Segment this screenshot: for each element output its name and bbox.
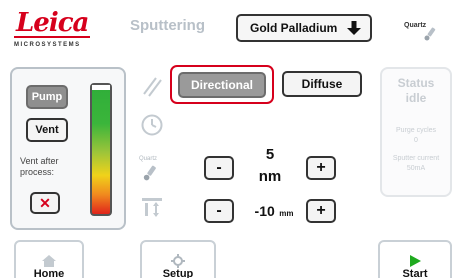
purge-cycles-label: Purge cycles xyxy=(395,127,437,134)
thickness-unit: nm xyxy=(258,168,282,185)
logo-underline xyxy=(14,36,90,38)
height-unit: mm xyxy=(279,209,294,218)
clock-icon xyxy=(141,114,163,136)
sputter-current-label: Sputter current xyxy=(392,155,440,162)
purge-cycles-value: 0 xyxy=(414,137,418,144)
target-material-value: Gold Palladium xyxy=(250,21,338,35)
home-button[interactable]: Home xyxy=(14,240,84,278)
setup-button[interactable]: Setup xyxy=(140,240,216,278)
status-state: idle xyxy=(405,91,427,105)
height-readout: -10 mm xyxy=(246,203,302,221)
sputter-current-value: 50mA xyxy=(406,165,426,172)
height-value: -10 xyxy=(254,203,275,219)
vent-button[interactable]: Vent xyxy=(26,118,68,142)
home-label: Home xyxy=(33,268,65,278)
height-decrease-button[interactable]: - xyxy=(204,199,234,223)
logo-subtitle: MICROSYSTEMS xyxy=(14,42,81,48)
arrow-down-icon xyxy=(347,21,361,35)
pump-button[interactable]: Pump xyxy=(26,85,68,109)
leica-logo: Leica MICROSYSTEMS xyxy=(0,0,110,58)
thickness-increase-button[interactable]: + xyxy=(306,156,336,180)
vacuum-gauge-empty-area xyxy=(92,85,110,90)
quartz-sensor-icon xyxy=(424,27,436,41)
diffuse-mode-button[interactable]: Diffuse xyxy=(282,71,362,97)
status-title: Status xyxy=(397,76,435,90)
thickness-decrease-button[interactable]: - xyxy=(204,156,234,180)
start-button[interactable]: Start xyxy=(378,240,452,278)
directional-beam-icon xyxy=(143,77,162,97)
start-label: Start xyxy=(402,268,428,278)
vent-after-process-toggle[interactable]: ✕ xyxy=(30,192,60,214)
directional-mode-button[interactable]: Directional xyxy=(178,72,266,98)
vacuum-level-gauge xyxy=(90,83,112,216)
vent-after-process-label: Vent after process: xyxy=(20,156,59,177)
target-material-dropdown[interactable]: Gold Palladium xyxy=(236,14,372,42)
quartz-mode-icon xyxy=(143,165,156,181)
play-icon xyxy=(410,255,421,267)
logo-wordmark: Leica xyxy=(16,8,89,38)
quartz-mode-label: Quartz xyxy=(139,156,158,162)
setup-label: Setup xyxy=(162,268,194,278)
gear-icon xyxy=(171,254,185,268)
thickness-value: 5 xyxy=(265,146,275,163)
height-increase-button[interactable]: + xyxy=(306,199,336,223)
sputtering-label: Sputtering xyxy=(130,17,205,34)
home-icon xyxy=(42,255,56,267)
stage-height-icon xyxy=(142,198,162,217)
